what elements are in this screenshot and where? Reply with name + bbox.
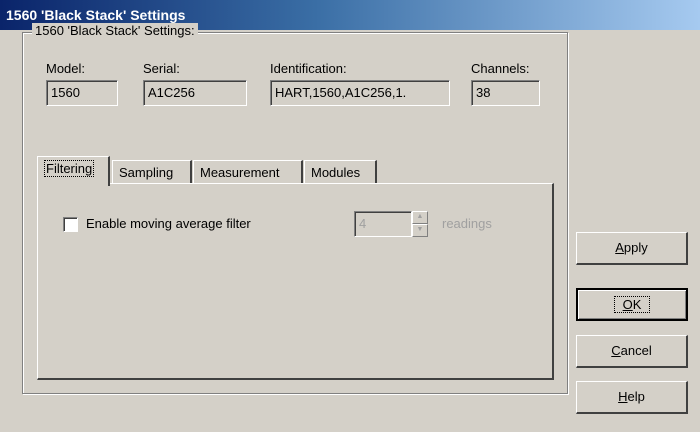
filtering-panel [37,183,554,380]
serial-label: Serial: [143,61,180,76]
model-label: Model: [46,61,86,76]
cancel-button-text: ancel [620,343,652,358]
identification-label: Identification: [270,61,347,76]
apply-button-text: pply [623,240,648,255]
ok-button-text: K [632,297,642,312]
tab-measurement-label: Measurement [200,165,280,180]
ok-button-mnemonic: O [622,297,633,312]
readings-label: readings [442,216,492,231]
tab-filtering-label: Filtering [44,160,95,177]
spin-down-icon[interactable]: ▼ [412,224,428,237]
readings-spinner-input[interactable]: 4 [354,211,412,237]
moving-average-checkbox[interactable] [63,217,78,232]
tab-sampling-label: Sampling [119,165,174,180]
help-button[interactable]: Help [576,381,688,414]
channels-field: 38 [471,80,540,106]
help-button-mnemonic: H [618,389,628,404]
model-field: 1560 [46,80,118,106]
tab-modules-label: Modules [311,165,361,180]
help-button-text: elp [627,389,645,404]
ok-button[interactable]: OK [576,288,688,321]
moving-average-label[interactable]: Enable moving average filter [86,216,251,231]
group-legend: 1560 'Black Stack' Settings: [32,23,198,38]
spin-up-icon[interactable]: ▲ [412,211,428,224]
apply-button-mnemonic: A [615,240,624,255]
tab-filtering[interactable]: Filtering [37,156,110,186]
channels-label: Channels: [471,61,530,76]
ok-button-focus: OK [613,296,651,313]
cancel-button[interactable]: Cancel [576,335,688,368]
apply-button[interactable]: Apply [576,232,688,265]
cancel-button-mnemonic: C [611,343,621,358]
identification-field: HART,1560,A1C256,1. [270,80,450,106]
serial-field: A1C256 [143,80,247,106]
